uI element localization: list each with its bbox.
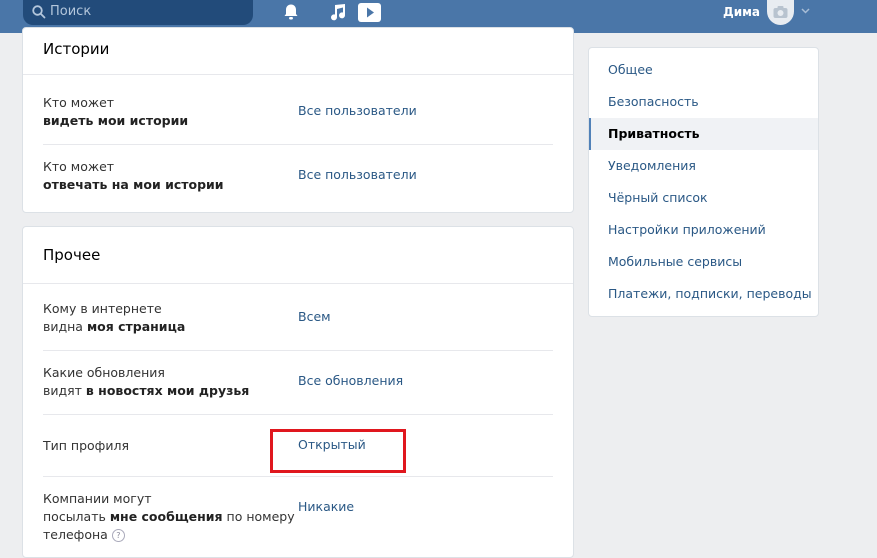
page-visibility-label: Кому в интернете видна моя страница [43,300,185,336]
label-bold: моя страница [86,319,186,334]
chevron-down-icon[interactable] [801,8,810,14]
menu-item-blacklist[interactable]: Чёрный список [589,182,818,214]
menu-item-payments[interactable]: Платежи, подписки, переводы [589,278,818,310]
label-text: Кто может [43,159,115,174]
menu-item-app-settings[interactable]: Настройки приложений [589,214,818,246]
play-icon[interactable] [357,2,382,23]
label-text: Тип профиля [43,438,129,453]
stories-settings-card: Истории Кто может видеть мои истории Все… [22,27,574,213]
menu-item-mobile-services[interactable]: Мобильные сервисы [589,246,818,278]
label-text: Компании могут [43,491,152,506]
menu-item-label: Чёрный список [608,190,708,205]
search-icon [32,5,46,19]
camera-icon [773,6,788,18]
stories-view-label: Кто может видеть мои истории [43,94,188,130]
stories-reply-value[interactable]: Все пользователи [298,166,417,184]
news-updates-value[interactable]: Все обновления [298,372,403,390]
menu-item-label: Безопасность [608,94,699,109]
highlight-box [270,429,406,473]
settings-menu: Общее Безопасность Приватность Уведомлен… [588,47,819,317]
news-updates-label: Какие обновления видят в новостях мои др… [43,364,249,400]
label-bold: в новостях мои друзья [85,383,250,398]
menu-item-general[interactable]: Общее [589,54,818,86]
card-header [23,227,573,284]
menu-item-privacy[interactable]: Приватность [589,118,818,150]
label-text: Кто может [43,95,115,110]
other-settings-card: Прочее Кому в интернете видна моя страни… [22,226,574,558]
menu-item-label: Мобильные сервисы [608,254,743,269]
label-text: видят [43,383,86,398]
label-bold: мне сообщения [109,509,223,524]
menu-item-label: Приватность [608,126,700,141]
menu-item-label: Уведомления [608,158,696,173]
label-text: видна [43,319,87,334]
music-icon[interactable] [328,3,346,21]
user-name[interactable]: Дима [723,5,760,19]
stories-view-value[interactable]: Все пользователи [298,102,417,120]
menu-item-label: Общее [608,62,653,77]
menu-item-label: Настройки приложений [608,222,766,237]
divider [43,414,553,415]
divider [43,476,553,477]
label-text: по номеру [222,509,295,524]
divider [43,144,553,145]
page-visibility-value[interactable]: Всем [298,308,331,326]
label-text: посылать [43,509,110,524]
company-messages-label: Компании могут посылать мне сообщения по… [43,490,295,544]
stories-reply-label: Кто может отвечать на мои истории [43,158,224,194]
other-card-title: Прочее [43,246,101,264]
menu-item-label: Платежи, подписки, переводы [608,286,812,301]
menu-item-security[interactable]: Безопасность [589,86,818,118]
menu-item-notifications[interactable]: Уведомления [589,150,818,182]
company-messages-value[interactable]: Никакие [298,498,354,516]
info-icon[interactable]: ? [111,529,125,542]
bell-icon[interactable] [283,3,299,21]
label-bold: видеть мои истории [43,113,189,128]
label-bold: отвечать на мои истории [43,177,224,192]
label-text: Кому в интернете [43,301,162,316]
avatar[interactable] [767,0,794,25]
divider [43,350,553,351]
search-input[interactable]: Поиск [50,4,91,19]
label-text: Какие обновления [43,365,165,380]
profile-type-label: Тип профиля [43,437,129,455]
search-box[interactable]: Поиск [23,0,253,25]
stories-card-title: Истории [43,40,110,58]
